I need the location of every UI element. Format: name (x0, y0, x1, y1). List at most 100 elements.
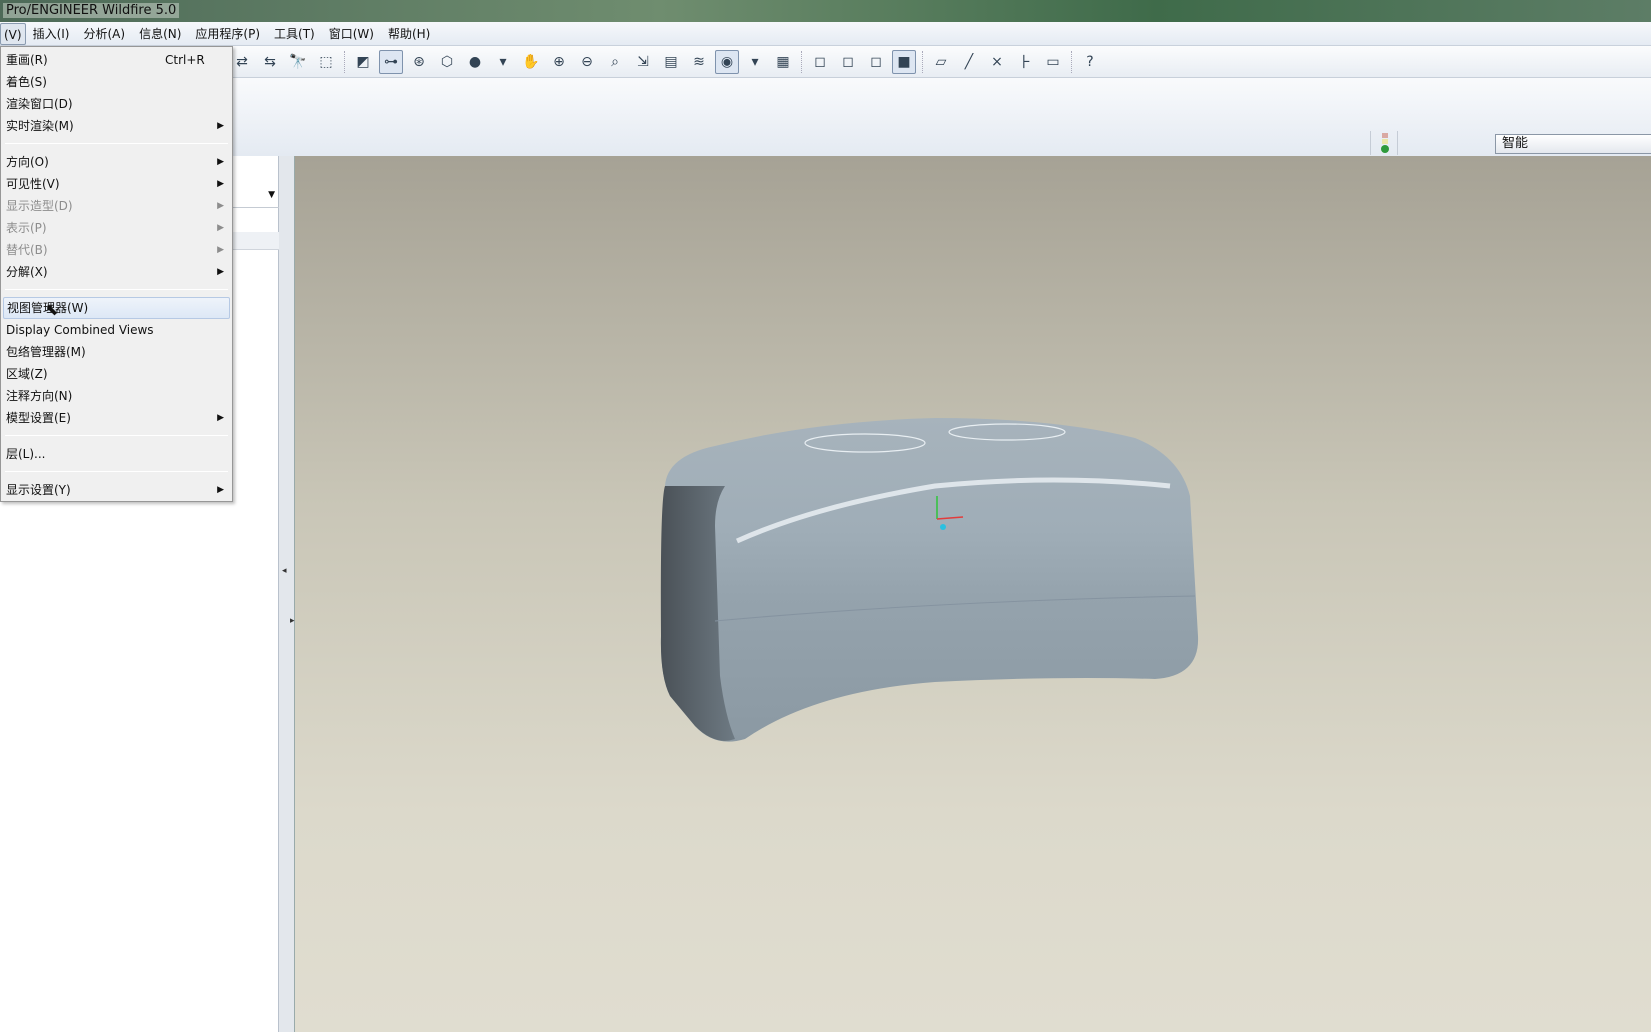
mouse-cursor-icon: ⬉ (45, 300, 59, 319)
coordinate-system-icon[interactable]: ⺊ (1013, 50, 1037, 74)
shading-icon[interactable]: ● (463, 50, 487, 74)
toolbar-separator (1071, 50, 1072, 73)
view-menu-item[interactable]: Display Combined Views (3, 319, 230, 341)
saved-views-icon[interactable]: ▤ (659, 50, 683, 74)
submenu-arrow-icon: ▶ (217, 179, 224, 189)
menu-item-label: 区域(Z) (6, 367, 48, 381)
submenu-arrow-icon: ▶ (217, 413, 224, 423)
view-menu-item[interactable]: 层(L)... (3, 443, 230, 465)
menu-item-label: 可见性(V) (6, 177, 60, 191)
hidden-line-icon[interactable]: ◻ (836, 50, 860, 74)
menu-item-label: 重画(R) (6, 53, 48, 67)
view-menu-item[interactable]: 着色(S) (3, 71, 230, 93)
selection-filter-select[interactable]: 智能 (1495, 134, 1651, 154)
pan-hand-icon[interactable]: ✋ (519, 50, 543, 74)
menu-item-label: 替代(B) (6, 243, 48, 257)
menu-4[interactable]: 应用程序(P) (188, 23, 267, 45)
expand-right-icon[interactable]: ▸ (290, 616, 295, 626)
submenu-arrow-icon: ▶ (217, 223, 224, 233)
wireframe-icon[interactable]: ◻ (808, 50, 832, 74)
find-icon[interactable]: 🔭 (286, 50, 310, 74)
collapse-left-icon[interactable]: ◂ (282, 566, 287, 576)
datum-display-icon[interactable]: ⊶ (379, 49, 403, 74)
view-menu-item[interactable]: 注释方向(N) (3, 385, 230, 407)
view-menu-item[interactable]: 渲染窗口(D) (3, 93, 230, 115)
menu-item-label: 包络管理器(M) (6, 345, 86, 359)
spin-center-icon[interactable]: ⊛ (407, 50, 431, 74)
view-menu-dropdown: 重画(R) Ctrl+R 着色(S) 渲染窗口(D) 实时渲染(M) ▶ 方向(O) ▶ 可见性… (0, 46, 233, 502)
model-tree-dropdown[interactable]: ▼ (230, 188, 279, 208)
menu-item-label: 显示造型(D) (6, 199, 73, 213)
graphics-viewport[interactable] (295, 156, 1651, 1032)
view-menu-item[interactable]: 分解(X) ▶ (3, 261, 230, 283)
view-menu-item: 表示(P) ▶ (3, 217, 230, 239)
zoom-out-icon[interactable]: ⊖ (575, 50, 599, 74)
refit-icon[interactable]: ⌕ (603, 50, 627, 74)
menu-item-label: 方向(O) (6, 155, 49, 169)
submenu-arrow-icon: ▶ (217, 121, 224, 131)
no-hidden-icon[interactable]: ◻ (864, 50, 888, 74)
model-tree-header (230, 232, 279, 250)
view-menu-item[interactable]: 方向(O) ▶ (3, 151, 230, 173)
view-menu-item: 显示造型(D) ▶ (3, 195, 230, 217)
3d-model (660, 418, 1199, 742)
menu-item-label: 实时渲染(M) (6, 119, 74, 133)
dropdown-icon[interactable]: ▾ (743, 50, 767, 74)
view-menu-item[interactable]: 可见性(V) ▶ (3, 173, 230, 195)
named-view-icon[interactable]: ◩ (351, 50, 375, 74)
dashboard-area (0, 78, 1651, 156)
status-light[interactable] (1370, 131, 1398, 155)
datum-plane-icon[interactable]: ▱ (929, 50, 953, 74)
datum-axis-icon[interactable]: ╱ (957, 50, 981, 74)
menu-2[interactable]: 分析(A) (76, 23, 132, 45)
toolbar-separator (922, 50, 923, 73)
chevron-down-icon: ▼ (268, 190, 275, 200)
view-menu-item[interactable]: 显示设置(Y) ▶ (3, 479, 230, 501)
view-menu-item: 替代(B) ▶ (3, 239, 230, 261)
dropdown-icon[interactable]: ▾ (491, 50, 515, 74)
menu-item-label: Display Combined Views (6, 323, 154, 337)
submenu-arrow-icon: ▶ (217, 245, 224, 255)
annotation-icon[interactable]: ▭ (1041, 50, 1065, 74)
traffic-light-icon (1381, 133, 1389, 153)
context-help-icon[interactable]: ? (1078, 50, 1102, 74)
toolbar: ⇄ ⇆ 🔭 ⬚ ◩ ⊶ ⊛ ⬡ ● ▾ ✋ ⊕ ⊖ ⌕ ⇲ ▤ ≋ ◉ ▾ ▦ ◻ ◻ ◻ ■ ▱ ╱ × ⺊ ▭? (0, 46, 1651, 78)
menu-7[interactable]: 帮助(H) (381, 23, 437, 45)
menu-separator (5, 471, 228, 472)
view-menu-item[interactable]: 重画(R) Ctrl+R (3, 49, 230, 71)
reorient-icon[interactable]: ⇲ (631, 50, 655, 74)
view-menu-item[interactable]: 包络管理器(M) (3, 341, 230, 363)
select-box-icon[interactable]: ⬚ (314, 50, 338, 74)
menu-item-label: 渲染窗口(D) (6, 97, 73, 111)
menu-3[interactable]: 信息(N) (132, 23, 188, 45)
zoom-in-icon[interactable]: ⊕ (547, 50, 571, 74)
view-menu-item[interactable]: 实时渲染(M) ▶ (3, 115, 230, 137)
menu-6[interactable]: 窗口(W) (322, 23, 381, 45)
regenerate-list-icon[interactable]: ⇄ (230, 50, 254, 74)
view-menu-item[interactable]: 区域(Z) (3, 363, 230, 385)
menu-separator (5, 143, 228, 144)
panel-splitter[interactable]: ◂ ▸ (279, 156, 295, 1032)
menu-separator (5, 435, 228, 436)
shaded-icon[interactable]: ■ (892, 49, 916, 74)
layers-icon[interactable]: ≋ (687, 50, 711, 74)
view-menu-item[interactable]: 模型设置(E) ▶ (3, 407, 230, 429)
menu-item-label: 层(L)... (6, 447, 46, 461)
view-menu-item[interactable]: 视图管理器(W) (3, 297, 230, 319)
orient-mode-icon[interactable]: ⬡ (435, 50, 459, 74)
datum-point-icon[interactable]: × (985, 50, 1009, 74)
submenu-arrow-icon: ▶ (217, 485, 224, 495)
menu-separator (5, 289, 228, 290)
menu-item-label: 模型设置(E) (6, 411, 71, 425)
regenerate-manager-icon[interactable]: ⇆ (258, 50, 282, 74)
model-tree-settings-icon[interactable]: ▦ (771, 50, 795, 74)
appearance-icon[interactable]: ◉ (715, 49, 739, 74)
submenu-arrow-icon: ▶ (217, 157, 224, 167)
menu-item-label: 表示(P) (6, 221, 47, 235)
menu-0[interactable]: (V) (0, 22, 26, 45)
menu-item-label: 显示设置(Y) (6, 483, 71, 497)
shortcut-label: Ctrl+R (165, 53, 205, 67)
menu-1[interactable]: 插入(I) (26, 23, 77, 45)
menu-item-label: 分解(X) (6, 265, 48, 279)
menu-5[interactable]: 工具(T) (267, 23, 322, 45)
